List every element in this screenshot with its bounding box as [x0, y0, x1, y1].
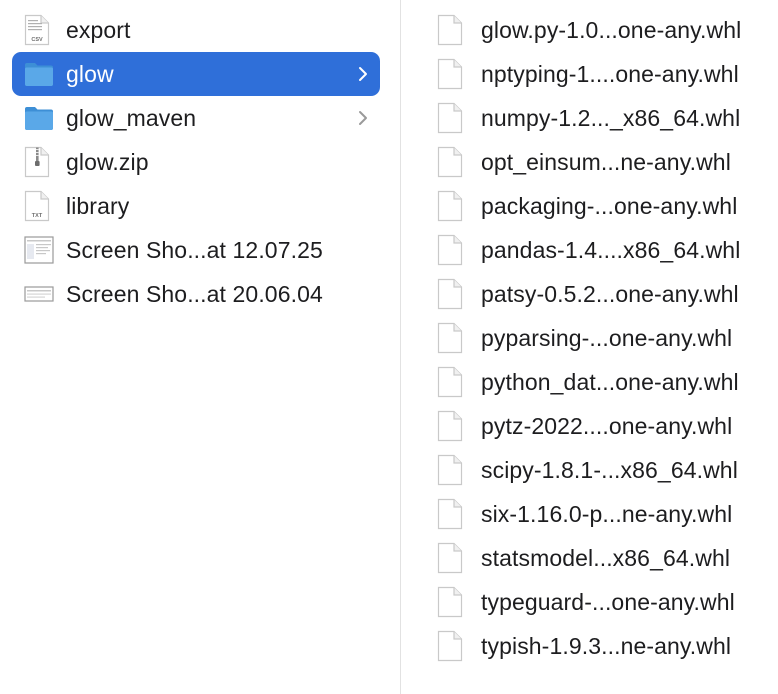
document-icon: [437, 278, 467, 310]
sidebar-file-item[interactable]: glow: [12, 52, 380, 96]
document-icon: [437, 102, 467, 134]
file-list-item[interactable]: patsy-0.5.2...one-any.whl: [435, 272, 778, 316]
document-icon: [437, 234, 467, 266]
file-list-item[interactable]: statsmodel...x86_64.whl: [435, 536, 778, 580]
file-list-item[interactable]: pytz-2022....one-any.whl: [435, 404, 778, 448]
document-icon: [437, 14, 467, 46]
screenshot-thumbnail-icon: [24, 278, 54, 310]
file-list-item[interactable]: glow.py-1.0...one-any.whl: [435, 8, 778, 52]
document-icon: [437, 630, 467, 662]
file-name-label: glow.py-1.0...one-any.whl: [481, 16, 742, 43]
file-name-label: library: [66, 192, 130, 219]
document-icon: [437, 190, 467, 222]
file-list-item[interactable]: python_dat...one-any.whl: [435, 360, 778, 404]
file-name-label: pyparsing-...one-any.whl: [481, 324, 733, 351]
file-list-item[interactable]: numpy-1.2..._x86_64.whl: [435, 96, 778, 140]
zip-file-icon: [24, 146, 54, 178]
finder-column-left: CSV export glow glow_maven glow.zip TXT librar…: [0, 0, 400, 694]
file-name-label: python_dat...one-any.whl: [481, 368, 739, 395]
file-list-item[interactable]: typeguard-...one-any.whl: [435, 580, 778, 624]
file-list-item[interactable]: nptyping-1....one-any.whl: [435, 52, 778, 96]
file-name-label: export: [66, 16, 131, 43]
file-name-label: pandas-1.4....x86_64.whl: [481, 236, 741, 263]
screenshot-thumbnail-icon: [24, 234, 54, 266]
file-name-label: Screen Sho...at 20.06.04: [66, 280, 323, 307]
file-list-item[interactable]: opt_einsum...ne-any.whl: [435, 140, 778, 184]
csv-file-icon: CSV: [24, 14, 54, 46]
file-name-label: patsy-0.5.2...one-any.whl: [481, 280, 739, 307]
sidebar-file-item[interactable]: glow.zip: [12, 140, 380, 184]
file-name-label: statsmodel...x86_64.whl: [481, 544, 731, 571]
file-list-item[interactable]: pandas-1.4....x86_64.whl: [435, 228, 778, 272]
file-name-label: opt_einsum...ne-any.whl: [481, 148, 731, 175]
sidebar-file-item[interactable]: CSV export: [12, 8, 380, 52]
file-name-label: glow: [66, 60, 114, 87]
file-list-item[interactable]: scipy-1.8.1-...x86_64.whl: [435, 448, 778, 492]
document-icon: [437, 498, 467, 530]
document-icon: [437, 454, 467, 486]
file-name-label: scipy-1.8.1-...x86_64.whl: [481, 456, 738, 483]
file-name-label: typeguard-...one-any.whl: [481, 588, 735, 615]
file-name-label: Screen Sho...at 12.07.25: [66, 236, 323, 263]
chevron-right-icon: [356, 63, 370, 85]
document-icon: [437, 58, 467, 90]
folder-icon: [24, 102, 54, 134]
file-name-label: glow.zip: [66, 148, 149, 175]
file-list-item[interactable]: pyparsing-...one-any.whl: [435, 316, 778, 360]
file-list-item[interactable]: typish-1.9.3...ne-any.whl: [435, 624, 778, 668]
document-icon: [437, 146, 467, 178]
file-list-item[interactable]: six-1.16.0-p...ne-any.whl: [435, 492, 778, 536]
file-name-label: pytz-2022....one-any.whl: [481, 412, 733, 439]
folder-icon: [24, 58, 54, 90]
sidebar-file-item[interactable]: TXT library: [12, 184, 380, 228]
file-name-label: packaging-...one-any.whl: [481, 192, 738, 219]
document-icon: [437, 542, 467, 574]
document-icon: [437, 366, 467, 398]
document-icon: [437, 586, 467, 618]
sidebar-file-item[interactable]: glow_maven: [12, 96, 380, 140]
svg-text:TXT: TXT: [32, 213, 43, 219]
finder-column-right: glow.py-1.0...one-any.whl nptyping-1....o…: [401, 0, 778, 694]
sidebar-file-item[interactable]: Screen Sho...at 12.07.25: [12, 228, 380, 272]
file-name-label: six-1.16.0-p...ne-any.whl: [481, 500, 733, 527]
document-icon: [437, 322, 467, 354]
document-icon: [437, 410, 467, 442]
txt-file-icon: TXT: [24, 190, 54, 222]
file-name-label: numpy-1.2..._x86_64.whl: [481, 104, 741, 131]
file-list-item[interactable]: packaging-...one-any.whl: [435, 184, 778, 228]
file-name-label: glow_maven: [66, 104, 197, 131]
sidebar-file-item[interactable]: Screen Sho...at 20.06.04: [12, 272, 380, 316]
file-name-label: nptyping-1....one-any.whl: [481, 60, 739, 87]
file-name-label: typish-1.9.3...ne-any.whl: [481, 632, 732, 659]
chevron-right-icon: [356, 107, 370, 129]
svg-text:CSV: CSV: [31, 37, 43, 43]
